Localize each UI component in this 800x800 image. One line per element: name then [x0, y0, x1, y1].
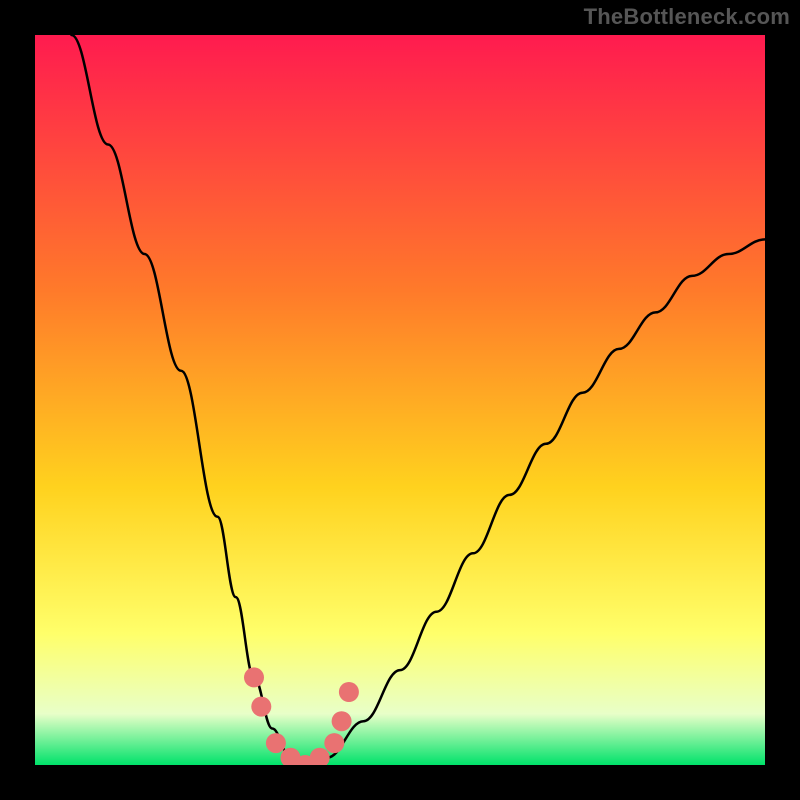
marker-point [324, 733, 344, 753]
chart-frame: TheBottleneck.com [0, 0, 800, 800]
marker-point [332, 711, 352, 731]
marker-point [266, 733, 286, 753]
plot-area [35, 35, 765, 765]
marker-point [244, 667, 264, 687]
marker-point [339, 682, 359, 702]
chart-svg [35, 35, 765, 765]
attribution-label: TheBottleneck.com [584, 4, 790, 30]
gradient-background [35, 35, 765, 765]
marker-point [251, 697, 271, 717]
